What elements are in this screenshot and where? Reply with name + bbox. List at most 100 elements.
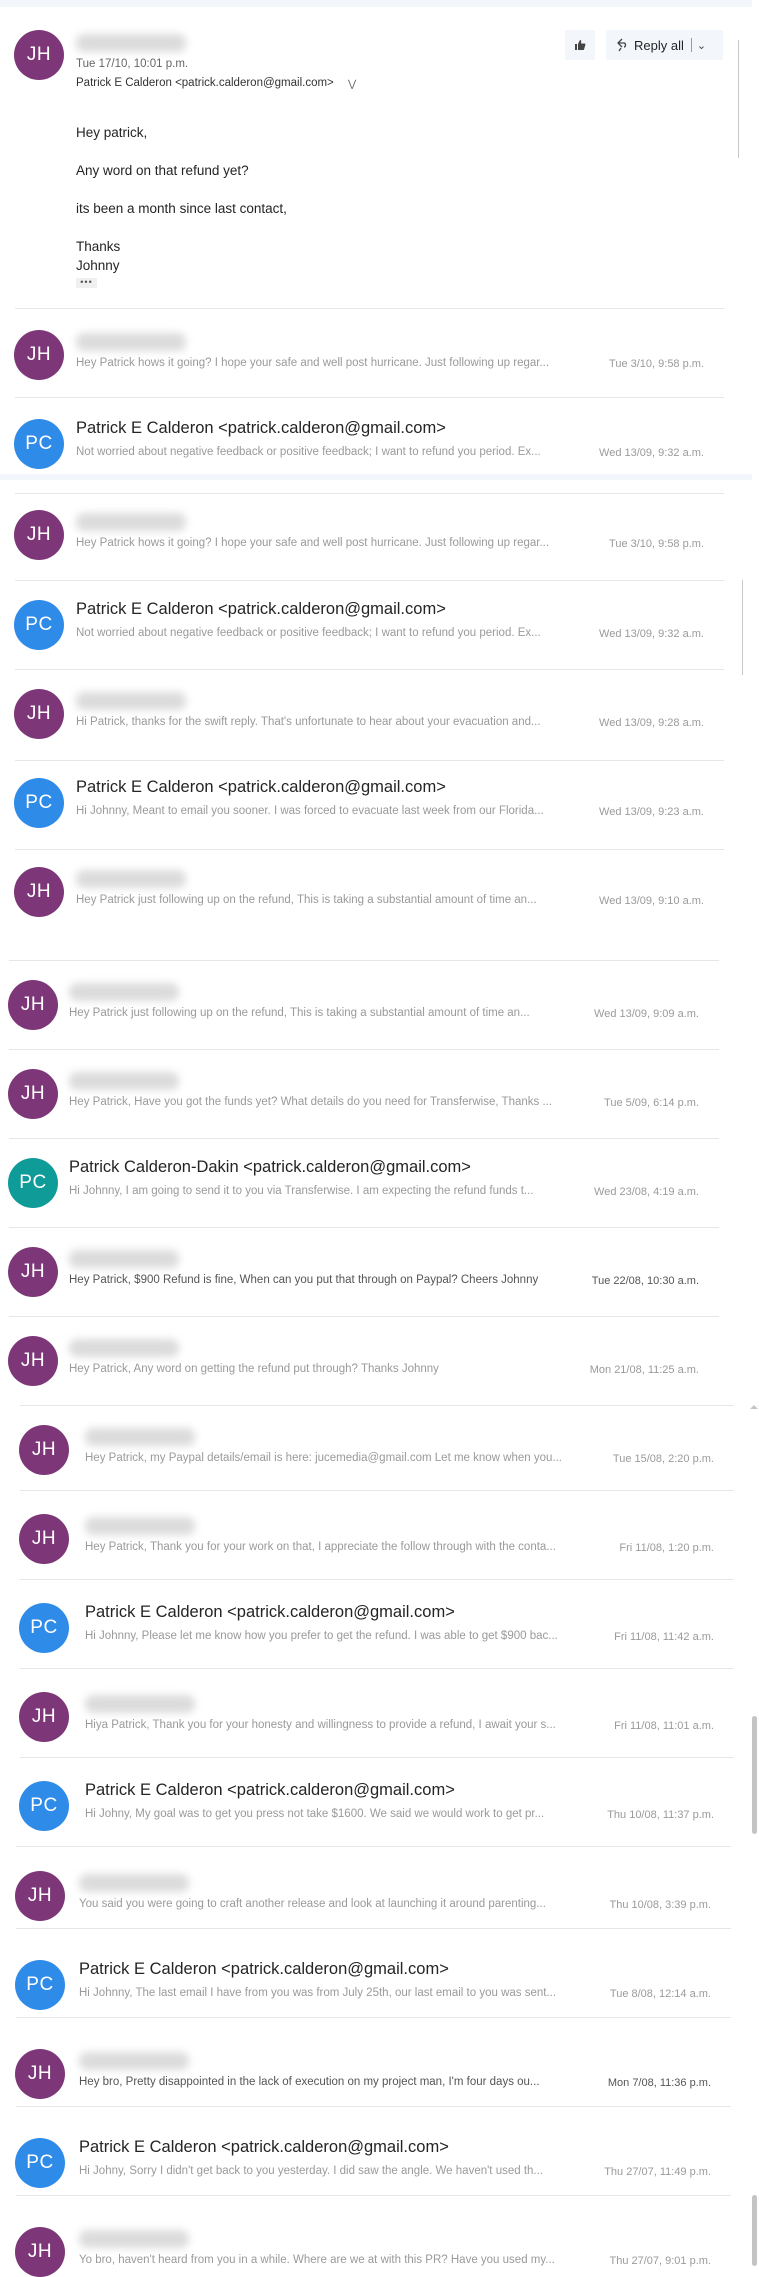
avatar: JH <box>14 30 64 80</box>
message-time: Tue 3/10, 9:58 p.m. <box>609 358 704 370</box>
message-time: Wed 13/09, 9:23 a.m. <box>599 806 704 818</box>
row-divider <box>9 960 719 961</box>
sender-name: Patrick E Calderon <patrick.calderon@gma… <box>79 1960 449 1978</box>
avatar: PC <box>14 600 64 650</box>
row-divider <box>15 308 724 309</box>
message-time: Thu 27/07, 11:49 p.m. <box>604 2166 711 2178</box>
thumbs-up-icon <box>575 40 586 50</box>
sender-name-redacted <box>69 1339 179 1357</box>
sender-name: Patrick E Calderon <patrick.calderon@gma… <box>85 1603 455 1621</box>
sender-name: Patrick E Calderon <patrick.calderon@gma… <box>76 778 446 796</box>
row-divider <box>9 1138 719 1139</box>
message-preview: Hey Patrick, Any word on getting the ref… <box>69 1363 439 1375</box>
scrollbar-thumb[interactable] <box>752 1716 757 1834</box>
avatar: JH <box>8 1247 58 1297</box>
message-time: Wed 13/09, 9:09 a.m. <box>594 1008 699 1020</box>
top-band <box>0 0 752 7</box>
sender-name: Patrick E Calderon <patrick.calderon@gma… <box>79 2138 449 2156</box>
message-preview: Hi Johnny, Please let me know how you pr… <box>85 1630 558 1642</box>
message-time: Fri 11/08, 11:01 a.m. <box>614 1720 714 1732</box>
message-preview: Hey Patrick, $900 Refund is fine, When c… <box>69 1274 539 1286</box>
message-preview: Hey Patrick hows it going? I hope your s… <box>76 357 550 369</box>
avatar: JH <box>19 1692 69 1742</box>
row-divider <box>16 2195 731 2196</box>
like-button[interactable] <box>565 30 595 60</box>
avatar: JH <box>14 689 64 739</box>
message-time: Wed 13/09, 9:28 a.m. <box>599 717 704 729</box>
scroll-up-icon[interactable] <box>750 1405 758 1409</box>
avatar: JH <box>15 2227 65 2277</box>
avatar: JH <box>14 510 64 560</box>
sender-name-redacted <box>79 2230 189 2248</box>
avatar: JH <box>15 2049 65 2099</box>
capture-seam <box>0 474 752 480</box>
sender-name-redacted <box>85 1517 195 1535</box>
show-more-button[interactable]: ••• <box>76 278 97 288</box>
avatar: JH <box>14 330 64 380</box>
avatar: PC <box>15 2138 65 2188</box>
row-divider <box>15 760 724 761</box>
scrollbar-track[interactable] <box>742 580 743 675</box>
body-line: Johnny <box>76 258 120 273</box>
row-divider <box>16 1928 731 1929</box>
avatar: PC <box>8 1158 58 1208</box>
row-divider <box>20 1579 734 1580</box>
message-preview: Hey Patrick hows it going? I hope your s… <box>76 537 550 549</box>
message-preview: Hey Patrick just following up on the ref… <box>69 1007 530 1019</box>
row-divider <box>20 1490 734 1491</box>
avatar: JH <box>8 980 58 1030</box>
row-divider <box>9 1049 719 1050</box>
body-line: Thanks <box>76 239 121 254</box>
message-time: Tue 5/09, 6:14 p.m. <box>604 1097 699 1109</box>
row-divider <box>16 2106 731 2107</box>
avatar: PC <box>19 1781 69 1831</box>
message-time: Wed 13/09, 9:32 a.m. <box>599 447 704 459</box>
avatar: PC <box>14 778 64 828</box>
message-time: Mon 21/08, 11:25 a.m. <box>589 1364 699 1376</box>
avatar: PC <box>19 1603 69 1653</box>
row-divider <box>20 1668 734 1669</box>
message-preview: Yo bro, haven't heard from you in a whil… <box>79 2254 555 2266</box>
sender-name-redacted <box>85 1428 195 1446</box>
message-preview: Hey Patrick, Have you got the funds yet?… <box>69 1096 553 1108</box>
message-time: Tue 15/08, 2:20 p.m. <box>612 1453 714 1465</box>
message-preview: Not worried about negative feedback or p… <box>76 627 541 639</box>
sender-name-redacted <box>76 513 186 531</box>
message-date: Tue 17/10, 10:01 p.m. <box>76 58 189 70</box>
message-preview: Hey Patrick, my Paypal details/email is … <box>85 1452 562 1464</box>
message-preview: Not worried about negative feedback or p… <box>76 446 541 458</box>
expand-recipients-icon[interactable]: ⋁ <box>348 79 356 90</box>
sender-name-redacted <box>76 34 186 52</box>
sender-name-redacted <box>76 692 186 710</box>
sender-name-redacted <box>76 870 186 888</box>
sender-name-redacted <box>69 1072 179 1090</box>
message-time: Thu 27/07, 9:01 p.m. <box>609 2255 711 2267</box>
message-preview: Hi Johnny, I am going to send it to you … <box>69 1185 534 1197</box>
avatar: JH <box>15 1871 65 1921</box>
row-divider <box>15 849 724 850</box>
message-time: Thu 10/08, 11:37 p.m. <box>607 1809 714 1821</box>
reply-all-button[interactable]: Reply all ⌄ <box>606 30 723 60</box>
avatar: JH <box>8 1336 58 1386</box>
message-preview: Hey Patrick just following up on the ref… <box>76 894 537 906</box>
message-preview: Hiya Patrick, Thank you for your honesty… <box>85 1719 556 1731</box>
message-time: Wed 13/09, 9:10 a.m. <box>599 895 704 907</box>
scrollbar-track[interactable] <box>738 40 739 158</box>
message-preview: You said you were going to craft another… <box>79 1898 546 1910</box>
row-divider <box>16 2017 731 2018</box>
message-time: Fri 11/08, 11:42 a.m. <box>614 1631 714 1643</box>
message-preview: Hi Johny, My goal was to get you press n… <box>85 1808 545 1820</box>
row-divider <box>15 493 724 494</box>
chevron-down-icon[interactable]: ⌄ <box>697 39 706 52</box>
message-preview: Hi Patrick, thanks for the swift reply. … <box>76 716 541 728</box>
message-time: Fri 11/08, 1:20 p.m. <box>619 1542 714 1554</box>
sender-name: Patrick E Calderon <patrick.calderon@gma… <box>85 1781 455 1799</box>
avatar: PC <box>15 1960 65 2010</box>
avatar: PC <box>14 419 64 469</box>
sender-name: Patrick E Calderon <patrick.calderon@gma… <box>76 419 446 437</box>
body-line: its been a month since last contact, <box>76 201 287 216</box>
message-preview: Hi Johnny, The last email I have from yo… <box>79 1987 557 1999</box>
sender-name: Patrick Calderon-Dakin <patrick.calderon… <box>69 1158 471 1176</box>
scrollbar-thumb[interactable] <box>752 2195 757 2266</box>
message-time: Thu 10/08, 3:39 p.m. <box>609 1899 711 1911</box>
